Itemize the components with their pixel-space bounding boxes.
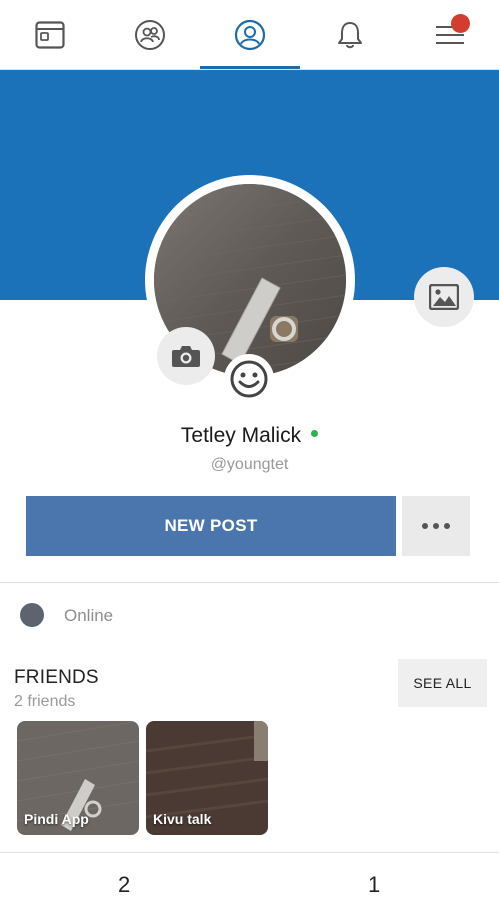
- notification-badge: [451, 14, 470, 33]
- dot: [444, 523, 450, 529]
- dot: [422, 523, 428, 529]
- profile-name-row: Tetley Malick: [0, 424, 499, 452]
- image-icon: [429, 284, 459, 310]
- divider: [0, 582, 499, 583]
- nav-tab-menu[interactable]: [400, 0, 499, 70]
- friend-card[interactable]: Pindi App: [17, 721, 139, 835]
- profile-username: @youngtet: [210, 456, 289, 473]
- camera-icon: [172, 346, 200, 367]
- nav-tab-notifications[interactable]: [300, 0, 400, 70]
- nav-tab-friends[interactable]: [100, 0, 200, 70]
- friends-count: 2 friends: [14, 693, 76, 710]
- bell-icon: [338, 22, 362, 49]
- nav-tab-profile[interactable]: [200, 0, 300, 70]
- status-emoji-button[interactable]: [224, 354, 274, 404]
- nav-tab-feed[interactable]: [0, 0, 100, 70]
- more-options-button[interactable]: [402, 496, 470, 556]
- status-indicator: [20, 603, 44, 627]
- friends-section-title: FRIENDS: [14, 667, 99, 688]
- smiley-icon: [230, 360, 268, 398]
- profile-icon: [234, 19, 266, 51]
- new-post-button[interactable]: NEW POST: [26, 496, 396, 556]
- feed-icon: [35, 21, 65, 49]
- counter-right[interactable]: 1: [368, 872, 380, 898]
- status-text: Online: [64, 606, 114, 625]
- friend-name: Kivu talk: [153, 811, 212, 827]
- top-navigation-bar: [0, 0, 499, 70]
- dot: [433, 523, 439, 529]
- online-indicator: [311, 429, 319, 437]
- counter-left[interactable]: 2: [118, 872, 130, 898]
- friends-icon: [135, 20, 165, 50]
- friend-card[interactable]: Kivu talk: [146, 721, 268, 835]
- change-cover-button[interactable]: [414, 267, 474, 327]
- active-tab-indicator: [200, 66, 300, 69]
- change-avatar-button[interactable]: [157, 327, 215, 385]
- friend-name: Pindi App: [24, 811, 89, 827]
- divider: [0, 852, 499, 853]
- see-all-friends-button[interactable]: SEE ALL: [398, 659, 487, 707]
- profile-name: Tetley Malick: [180, 424, 302, 447]
